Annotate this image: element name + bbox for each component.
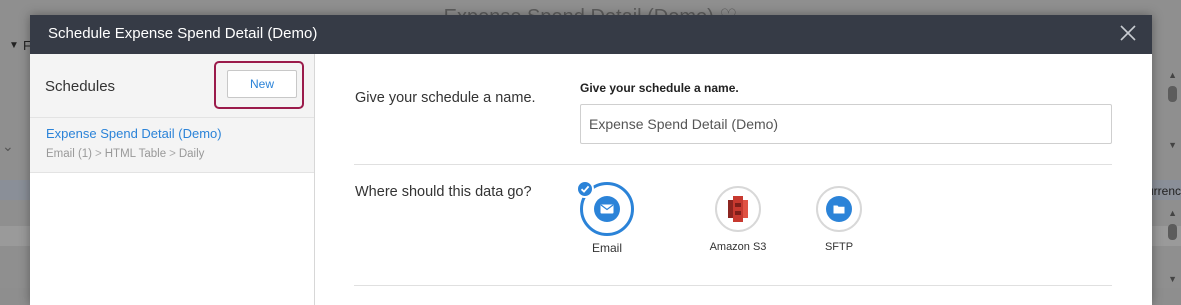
scroll-down-icon: ▼ (1168, 140, 1177, 150)
destination-sftp-label: SFTP (824, 241, 854, 253)
caret-down-icon: ▼ (9, 40, 19, 51)
name-field-label: Give your schedule a name. (580, 81, 739, 95)
schedule-meta-destination: Email (1) (46, 148, 93, 160)
destination-question: Where should this data go? (355, 184, 532, 200)
scroll-up-icon: ▲ (1168, 70, 1177, 80)
destination-amazon-s3-label: Amazon S3 (709, 241, 767, 253)
scroll-up-icon: ▲ (1168, 208, 1177, 218)
sidebar-header: Schedules New (30, 54, 314, 118)
schedules-sidebar: Schedules New Expense Spend Detail (Demo… (30, 54, 315, 305)
divider (354, 285, 1112, 286)
background-scrollbar[interactable] (1168, 224, 1177, 240)
destination-amazon-s3-circle[interactable] (715, 186, 761, 232)
sidebar-title: Schedules (45, 78, 116, 95)
folder-icon (826, 196, 852, 222)
schedule-meta: Email (1) > HTML Table > Daily (46, 148, 204, 160)
schedule-meta-frequency: Daily (178, 148, 205, 160)
modal-title: Schedule Expense Spend Detail (Demo) (48, 25, 318, 42)
close-button[interactable] (1116, 21, 1140, 45)
destination-email-circle[interactable] (576, 180, 634, 236)
chevron-right-icon: > (169, 148, 176, 160)
scroll-down-icon: ▼ (1168, 274, 1177, 284)
schedule-meta-format: HTML Table (104, 148, 167, 160)
chevron-down-icon: ⌄ (2, 138, 14, 154)
destination-sftp-circle[interactable] (816, 186, 862, 232)
email-icon (594, 196, 620, 222)
chevron-right-icon: > (95, 148, 102, 160)
checkmark-icon (576, 180, 594, 198)
schedule-name-link[interactable]: Expense Spend Detail (Demo) (46, 126, 222, 141)
new-schedule-button[interactable]: New (227, 70, 297, 98)
destination-sftp[interactable]: SFTP (799, 186, 879, 253)
destination-amazon-s3[interactable]: Amazon S3 (698, 186, 778, 253)
schedule-list-item[interactable]: Expense Spend Detail (Demo) Email (1) > HT… (30, 118, 314, 173)
destination-email[interactable]: Email (567, 180, 647, 255)
destination-email-label: Email (591, 241, 622, 255)
divider (354, 164, 1112, 165)
schedule-modal: Schedule Expense Spend Detail (Demo) Sch… (30, 15, 1152, 305)
name-question: Give your schedule a name. (355, 90, 536, 106)
schedule-form: Give your schedule a name. Give your sch… (315, 54, 1152, 305)
background-right-label: urrenc (1146, 184, 1181, 198)
background-scrollbar[interactable] (1168, 86, 1177, 102)
modal-header: Schedule Expense Spend Detail (Demo) (30, 15, 1152, 54)
close-icon (1120, 25, 1136, 41)
schedule-name-input[interactable] (580, 104, 1112, 144)
amazon-s3-icon (728, 196, 748, 222)
